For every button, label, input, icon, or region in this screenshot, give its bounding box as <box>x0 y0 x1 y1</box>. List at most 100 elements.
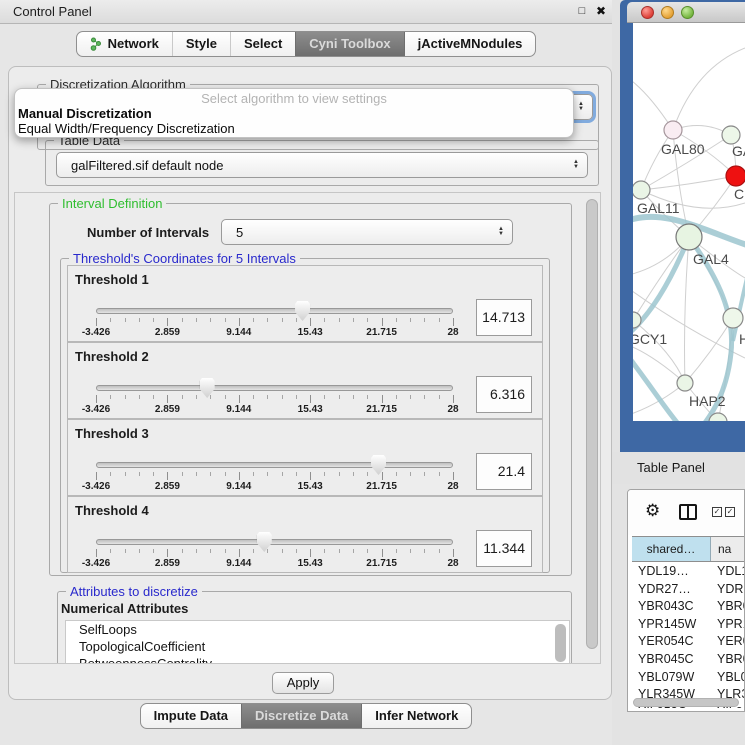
table-row[interactable]: YBR045CYBR0… <box>632 651 744 669</box>
network-node-red-node[interactable] <box>726 166 745 186</box>
tick-label: 2.859 <box>155 481 180 492</box>
cell-shared-name[interactable]: YBR043C <box>632 598 712 616</box>
tick-label: 28 <box>447 327 458 338</box>
tick-mark <box>339 318 340 322</box>
top-tab-select[interactable]: Select <box>230 32 295 56</box>
tick-label: 2.859 <box>155 404 180 415</box>
table-row[interactable]: YDL19…YDL1… <box>632 563 744 581</box>
table-header-row: shared… na <box>632 536 744 562</box>
table-row[interactable]: YDR27…YDR2… <box>632 581 744 599</box>
group-title: Threshold's Coordinates for 5 Intervals <box>69 251 300 266</box>
cell-name[interactable]: YDR2… <box>712 581 744 599</box>
node-label-gal4: GAL4 <box>693 251 729 267</box>
tick-mark <box>210 472 211 476</box>
tick-mark <box>239 318 240 326</box>
cell-name[interactable]: YER0… <box>712 633 744 651</box>
numerical-attributes-list[interactable]: SelfLoopsTopologicalCoefficientBetweenne… <box>65 620 570 664</box>
threshold-value-field[interactable]: 11.344 <box>476 530 532 567</box>
float-panel-icon[interactable]: □ <box>574 3 590 20</box>
network-node-h-node[interactable] <box>723 308 743 328</box>
horizontal-scrollbar[interactable] <box>633 698 739 707</box>
cell-name[interactable]: YBL0… <box>712 669 744 687</box>
bottom-tabs-container: Impute DataDiscretize DataInfer Network <box>140 703 473 729</box>
close-panel-icon[interactable]: ✖ <box>593 3 609 20</box>
dropdown-option-manual-discretization[interactable]: Manual Discretization <box>18 106 152 121</box>
cell-shared-name[interactable]: YBL079W <box>632 669 712 687</box>
column-header-name[interactable]: na <box>711 537 744 561</box>
top-tab-network[interactable]: Network <box>77 32 172 56</box>
attribute-list-item[interactable]: TopologicalCoefficient <box>66 638 569 655</box>
top-tab-style[interactable]: Style <box>172 32 230 56</box>
table-row[interactable]: YBL079WYBL0… <box>632 669 744 687</box>
column-header-shared-name[interactable]: shared… <box>632 537 711 561</box>
number-of-intervals-spinner[interactable]: 5 ▲▼ <box>221 219 513 245</box>
network-node-node-right-top[interactable] <box>722 126 740 144</box>
minimize-traffic-light-icon[interactable] <box>661 6 674 19</box>
cell-name[interactable]: YBR0… <box>712 598 744 616</box>
vertical-scrollbar[interactable] <box>586 199 598 649</box>
tick-mark <box>139 318 140 322</box>
tick-mark <box>324 549 325 553</box>
threshold-value-field[interactable]: 14.713 <box>476 299 532 336</box>
tick-mark <box>310 395 311 403</box>
threshold-panel-3: Threshold 3-3.4262.8599.14415.4321.71528… <box>67 419 543 496</box>
tick-mark <box>239 549 240 557</box>
cell-shared-name[interactable]: YER054C <box>632 633 712 651</box>
zoom-traffic-light-icon[interactable] <box>681 6 694 19</box>
tick-mark <box>210 395 211 399</box>
slider-track[interactable] <box>96 385 453 391</box>
list-scrollbar[interactable] <box>555 624 566 662</box>
network-canvas[interactable]: GAL80GACGAL11GAL4GCY1HHAP2 <box>633 23 745 421</box>
cell-name[interactable]: YDL1… <box>712 563 744 581</box>
table-row[interactable]: YER054CYER0… <box>632 633 744 651</box>
network-node-gal11[interactable] <box>633 181 650 199</box>
table-row[interactable]: YBR043CYBR0… <box>632 598 744 616</box>
table-row[interactable]: YPR145WYPR1… <box>632 616 744 634</box>
tick-mark <box>296 318 297 322</box>
cell-shared-name[interactable]: YBR045C <box>632 651 712 669</box>
checkbox-icon[interactable]: ✓ <box>725 507 735 517</box>
threshold-value-field[interactable]: 21.4 <box>476 453 532 490</box>
tick-mark <box>267 472 268 476</box>
node-label-gcy1: GCY1 <box>633 331 667 347</box>
attribute-list-item[interactable]: SelfLoops <box>66 621 569 638</box>
panel-title: Control Panel <box>13 0 92 24</box>
tick-mark <box>282 318 283 322</box>
attributes-to-discretize-group: Attributes to discretize Numerical Attri… <box>57 591 572 664</box>
tick-mark <box>239 395 240 403</box>
threshold-value-field[interactable]: 6.316 <box>476 376 532 413</box>
tick-label: -3.426 <box>82 558 110 569</box>
checkbox-icon[interactable]: ✓ <box>712 507 722 517</box>
tick-mark <box>353 549 354 553</box>
top-tab-jactivemnodules[interactable]: jActiveMNodules <box>404 32 536 56</box>
bottom-tab-infer-network[interactable]: Infer Network <box>361 704 471 728</box>
dropdown-option-equal-width-frequency[interactable]: Equal Width/Frequency Discretization <box>18 121 235 136</box>
cell-shared-name[interactable]: YDL19… <box>632 563 712 581</box>
tick-mark <box>125 549 126 553</box>
close-traffic-light-icon[interactable] <box>641 6 654 19</box>
cell-name[interactable]: YPR1… <box>712 616 744 634</box>
threshold-label: Threshold 4 <box>75 503 149 518</box>
cell-name[interactable]: YBR0… <box>712 651 744 669</box>
network-node-hap2[interactable] <box>677 375 693 391</box>
table-data-select[interactable]: galFiltered.sif default node ▲▼ <box>56 152 588 178</box>
top-tab-cyni-toolbox[interactable]: Cyni Toolbox <box>295 32 403 56</box>
tick-label: 21.715 <box>366 327 397 338</box>
bottom-tab-impute-data[interactable]: Impute Data <box>141 704 241 728</box>
cell-shared-name[interactable]: YPR145W <box>632 616 712 634</box>
slider-track[interactable] <box>96 308 453 314</box>
tick-mark <box>282 472 283 476</box>
bottom-tab-discretize-data[interactable]: Discretize Data <box>241 704 361 728</box>
tick-mark <box>267 318 268 322</box>
attribute-list-item[interactable]: BetweennessCentrality <box>66 655 569 664</box>
tick-mark <box>139 472 140 476</box>
cell-shared-name[interactable]: YDR27… <box>632 581 712 599</box>
apply-button[interactable]: Apply <box>272 672 334 694</box>
tick-mark <box>410 472 411 476</box>
gear-icon[interactable]: ⚙ <box>645 501 660 521</box>
network-node-gal4[interactable] <box>676 224 702 250</box>
slider-track[interactable] <box>96 539 453 545</box>
column-layout-icon[interactable] <box>679 504 697 520</box>
network-node-gal80-neighbor[interactable] <box>664 121 682 139</box>
slider-track[interactable] <box>96 462 453 468</box>
